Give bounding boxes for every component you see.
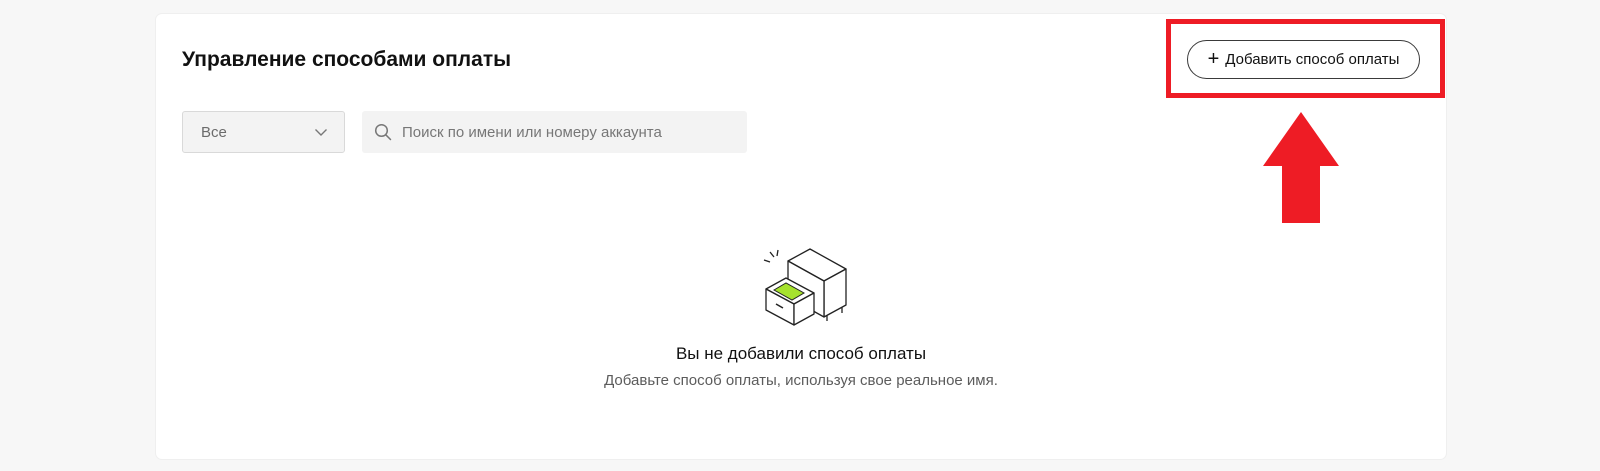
chevron-down-icon <box>315 128 327 136</box>
page-title: Управление способами оплаты <box>182 48 512 71</box>
filter-select-value: Все <box>201 123 227 141</box>
filter-select[interactable]: Все <box>182 111 345 153</box>
empty-drawer-icon <box>763 248 847 326</box>
search-box[interactable] <box>362 111 747 153</box>
annotation-highlight-box <box>1166 19 1445 98</box>
empty-state-title: Вы не добавили способ оплаты <box>675 344 927 363</box>
search-input[interactable] <box>400 122 734 142</box>
annotation-arrow-icon <box>1263 112 1339 223</box>
search-icon <box>374 123 392 141</box>
empty-state-subtitle: Добавьте способ оплаты, используя свое р… <box>604 372 998 389</box>
